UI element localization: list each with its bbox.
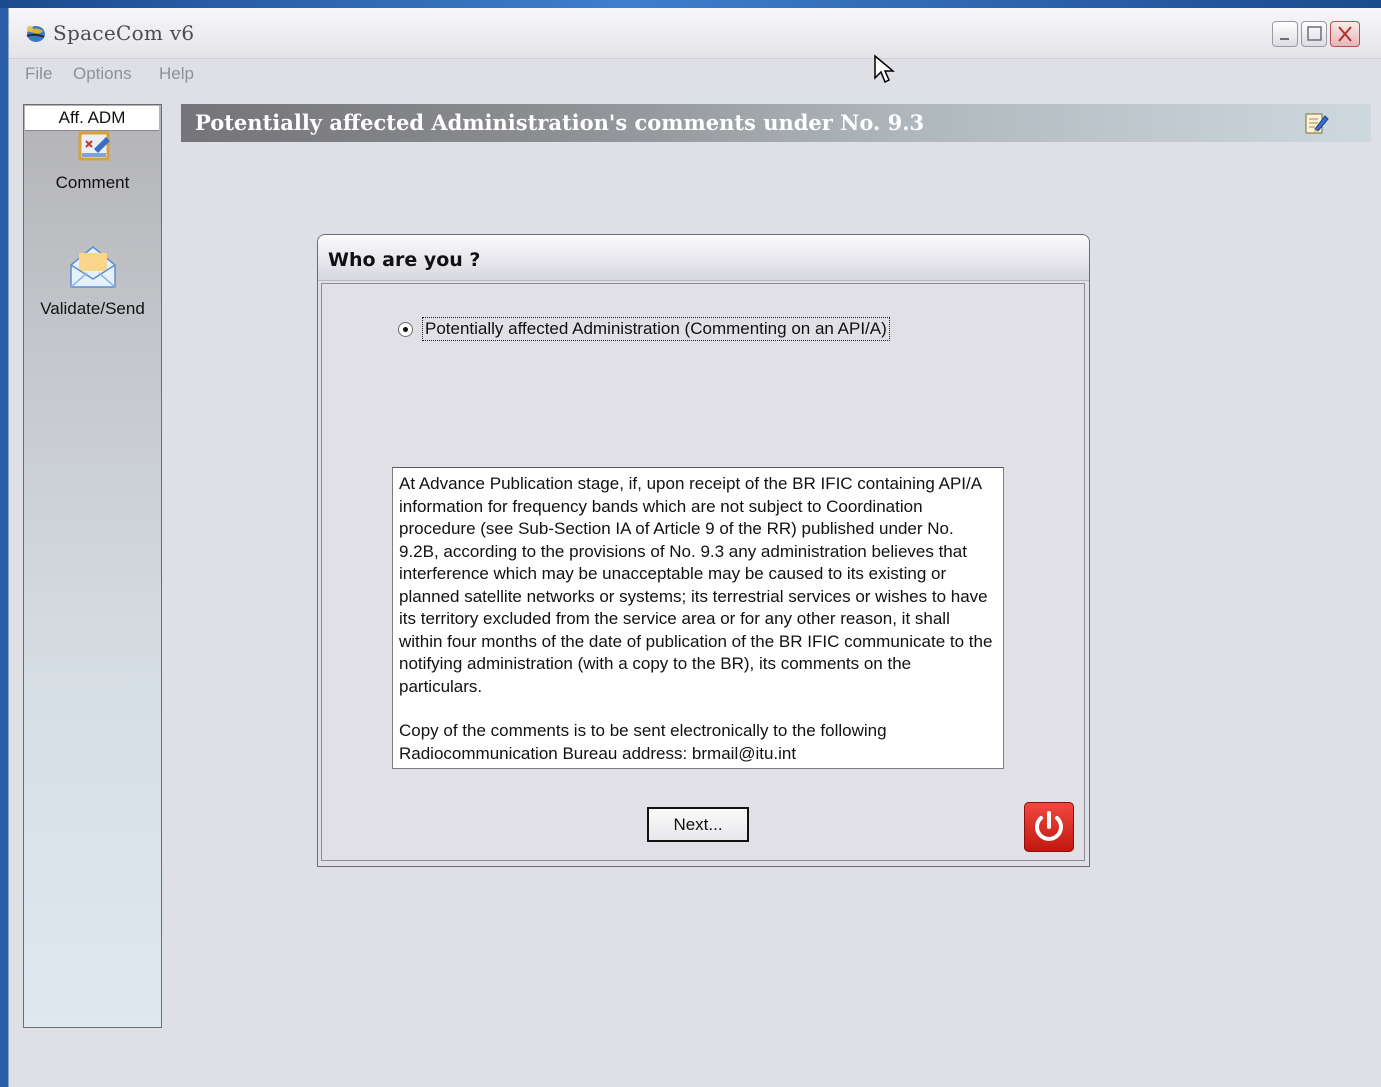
minimize-button[interactable] bbox=[1272, 21, 1298, 47]
info-text-box[interactable]: At Advance Publication stage, if, upon r… bbox=[392, 467, 1004, 769]
who-are-you-dialog: Who are you ? Potentially affected Admin… bbox=[317, 234, 1090, 867]
page-title: Potentially affected Administration's co… bbox=[195, 110, 925, 135]
envelope-icon bbox=[69, 246, 116, 288]
dialog-title: Who are you ? bbox=[328, 249, 481, 271]
window-title: SpaceCom v6 bbox=[53, 21, 195, 45]
menu-options[interactable]: Options bbox=[73, 64, 132, 84]
sidebar-header: Aff. ADM bbox=[25, 106, 159, 131]
mouse-cursor-icon bbox=[874, 54, 895, 84]
minimize-icon bbox=[1280, 38, 1289, 40]
app-icon bbox=[26, 26, 45, 42]
sidebar-item-label: Validate/Send bbox=[40, 299, 145, 318]
power-icon bbox=[1035, 811, 1063, 841]
desktop-background bbox=[0, 0, 1381, 8]
section-banner: Potentially affected Administration's co… bbox=[181, 104, 1371, 142]
menu-bar: File Options Help bbox=[9, 60, 1381, 86]
role-radio-option[interactable]: Potentially affected Administration (Com… bbox=[398, 317, 890, 341]
maximize-icon bbox=[1307, 26, 1322, 41]
title-bar[interactable]: SpaceCom v6 bbox=[9, 8, 1381, 59]
edit-icon[interactable] bbox=[1303, 110, 1329, 136]
role-radio-button[interactable] bbox=[398, 321, 413, 337]
sidebar-item-validate-send[interactable]: Validate/Send bbox=[24, 241, 161, 319]
exit-button[interactable] bbox=[1024, 802, 1074, 852]
info-paragraph: Copy of the comments is to be sent elect… bbox=[399, 721, 887, 763]
dialog-body: Potentially affected Administration (Com… bbox=[321, 283, 1085, 861]
sidebar-item-comment[interactable]: Comment bbox=[24, 131, 161, 193]
close-icon bbox=[1338, 26, 1352, 42]
info-paragraph: At Advance Publication stage, if, upon r… bbox=[399, 474, 993, 696]
dialog-header: Who are you ? bbox=[318, 235, 1089, 281]
app-window: SpaceCom v6 File Options Help Aff. ADM C… bbox=[8, 8, 1381, 1087]
close-window-button[interactable] bbox=[1330, 21, 1360, 47]
role-radio-label[interactable]: Potentially affected Administration (Com… bbox=[422, 317, 890, 341]
comment-icon bbox=[78, 131, 110, 161]
sidebar-item-label: Comment bbox=[55, 173, 130, 192]
next-button[interactable]: Next... bbox=[647, 807, 749, 842]
menu-file[interactable]: File bbox=[25, 64, 52, 84]
sidebar: Aff. ADM Comment Validate/Send bbox=[23, 104, 162, 1028]
menu-help[interactable]: Help bbox=[159, 64, 194, 84]
maximize-button[interactable] bbox=[1301, 21, 1327, 47]
